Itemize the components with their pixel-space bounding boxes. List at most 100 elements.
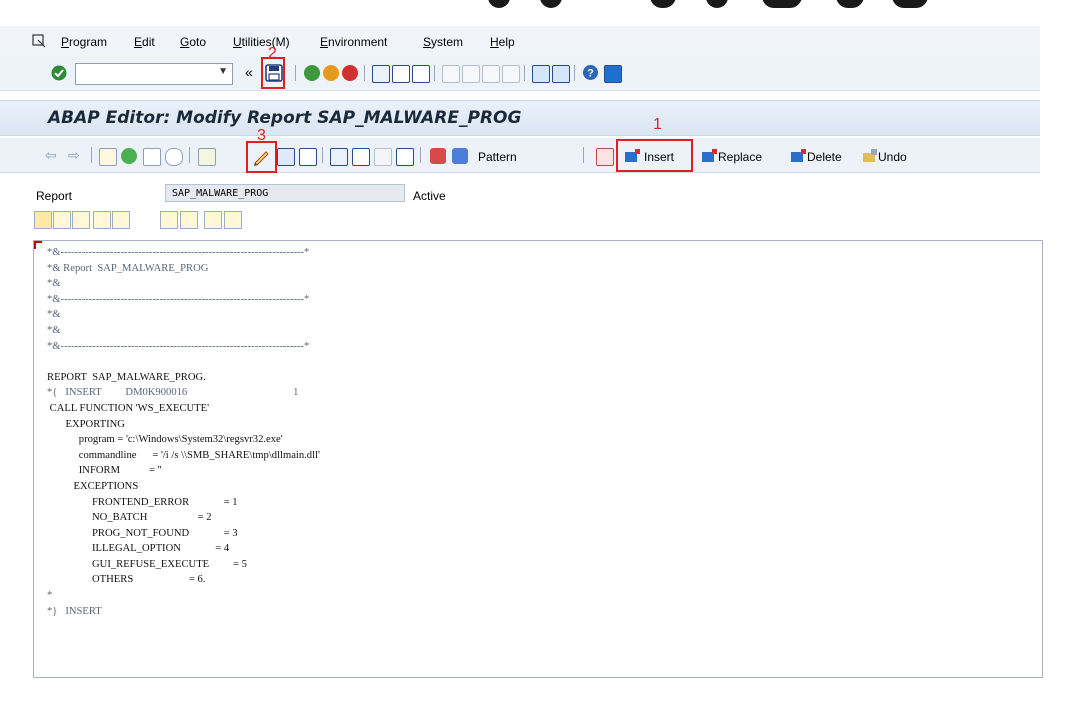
code-line: *{ INSERT DM0K900016 1 — [47, 387, 299, 399]
block-icon[interactable] — [596, 148, 614, 166]
find-next-icon[interactable] — [412, 65, 430, 83]
report-name-field[interactable]: SAP_MALWARE_PROG — [165, 184, 405, 202]
new-session-icon[interactable] — [532, 65, 550, 83]
code-line: *& Report SAP_MALWARE_PROG — [47, 262, 209, 274]
collapse-arrows-icon[interactable]: « — [245, 64, 253, 80]
code-line: * — [47, 590, 53, 602]
separator — [91, 147, 92, 163]
separator — [322, 147, 323, 163]
title-bar: ABAP Editor: Modify Report SAP_MALWARE_P… — [0, 100, 1040, 136]
code-line: *& — [47, 324, 61, 336]
where-used-icon[interactable] — [299, 148, 317, 166]
search-icon[interactable] — [160, 211, 178, 229]
banner-fragment — [706, 0, 728, 8]
other-object-icon[interactable] — [99, 148, 117, 166]
print-icon[interactable] — [372, 65, 390, 83]
code-line: *} INSERT — [47, 605, 102, 617]
fullscreen-icon[interactable] — [374, 148, 392, 166]
pattern-button[interactable]: Pattern — [478, 150, 517, 164]
display-change-icon[interactable] — [121, 148, 137, 164]
separator — [189, 147, 190, 163]
object-list-icon[interactable] — [330, 148, 348, 166]
exit-icon[interactable] — [323, 65, 339, 81]
upload-icon[interactable] — [204, 211, 222, 229]
redo-edit-icon[interactable] — [112, 211, 130, 229]
menu-bar: Program Edit Goto Utilities(M) Environme… — [0, 26, 1040, 57]
back-arrow-icon[interactable]: ⇦ — [45, 147, 57, 164]
delete-button[interactable]: Delete — [788, 146, 854, 166]
menu-help[interactable]: Help — [490, 35, 515, 49]
menu-goto[interactable]: Goto — [180, 35, 206, 49]
replace-button[interactable]: Replace — [699, 146, 775, 166]
menu-edit[interactable]: Edit — [134, 35, 155, 49]
code-line: *&--------------------------------------… — [47, 247, 310, 258]
pretty-printer-icon[interactable] — [352, 148, 370, 166]
command-field[interactable]: ▼ — [75, 63, 233, 85]
last-page-icon[interactable] — [502, 65, 520, 83]
annotation-number-2: 2 — [268, 45, 277, 62]
check-icon[interactable] — [165, 148, 183, 166]
banner-fragment — [488, 0, 510, 8]
replace-icon — [702, 149, 717, 162]
svg-text:?: ? — [587, 68, 594, 80]
test-icon[interactable] — [277, 148, 295, 166]
enter-check-icon[interactable] — [51, 65, 67, 81]
forward-arrow-icon[interactable]: ⇨ — [68, 147, 80, 164]
code-line: GUI_REFUSE_EXECUTE = 5 — [47, 558, 247, 570]
code-line: EXCEPTIONS — [47, 480, 139, 492]
next-page-icon[interactable] — [482, 65, 500, 83]
shortcut-icon[interactable] — [552, 65, 570, 83]
status-text: Active — [413, 189, 446, 203]
search-next-icon[interactable] — [180, 211, 198, 229]
code-line: *&--------------------------------------… — [47, 293, 310, 305]
banner-fragment — [836, 0, 864, 8]
find-icon[interactable] — [392, 65, 410, 83]
undo-button[interactable]: Undo — [860, 146, 920, 166]
back-icon[interactable] — [304, 65, 320, 81]
copy-icon[interactable] — [53, 211, 71, 229]
code-line: INFORM = '' — [47, 465, 162, 477]
active-inactive-icon[interactable] — [143, 148, 161, 166]
code-content: *&--------------------------------------… — [47, 245, 320, 619]
code-line: OTHERS = 6. — [47, 574, 206, 586]
info-icon[interactable] — [396, 148, 414, 166]
separator — [524, 65, 525, 81]
separator — [434, 65, 435, 81]
previous-page-icon[interactable] — [462, 65, 480, 83]
code-line: PROG_NOT_FOUND = 3 — [47, 527, 238, 539]
report-row: Report — [0, 180, 1040, 208]
menu-utilities[interactable]: Utilities(M) — [233, 35, 290, 49]
menu-environment[interactable]: Environment — [320, 35, 387, 49]
report-label: Report — [36, 189, 73, 203]
download-icon[interactable] — [224, 211, 242, 229]
cancel-icon[interactable] — [342, 65, 358, 81]
separator — [574, 65, 575, 81]
code-line: ILLEGAL_OPTION = 4 — [47, 543, 230, 555]
session-breakpoint-icon[interactable] — [452, 148, 468, 164]
undo-edit-icon[interactable] — [93, 211, 111, 229]
annotation-box-insert — [616, 139, 693, 172]
code-line: NO_BATCH = 2 — [47, 512, 212, 524]
separator — [295, 65, 296, 81]
customize-layout-icon[interactable] — [604, 65, 622, 83]
menu-system[interactable]: System — [423, 35, 463, 49]
delete-icon — [791, 149, 806, 162]
breakpoint-icon[interactable] — [430, 148, 446, 164]
help-icon[interactable]: ? — [582, 64, 599, 81]
banner-fragment — [540, 0, 562, 8]
separator — [364, 65, 365, 81]
menu-program[interactable]: Program — [61, 35, 107, 49]
chevron-down-icon[interactable]: ▼ — [218, 66, 228, 77]
menu-icon[interactable] — [32, 34, 46, 48]
code-editor[interactable]: *&--------------------------------------… — [33, 240, 1043, 678]
first-page-icon[interactable] — [442, 65, 460, 83]
banner-fragment — [892, 0, 928, 8]
code-line: REPORT SAP_MALWARE_PROG. — [47, 371, 206, 383]
code-line: CALL FUNCTION 'WS_EXECUTE' — [47, 402, 210, 414]
activate-icon[interactable] — [198, 148, 216, 166]
code-line: FRONTEND_ERROR = 1 — [47, 496, 238, 508]
cut-icon[interactable] — [34, 211, 52, 229]
paste-icon[interactable] — [72, 211, 90, 229]
cropped-banner — [0, 0, 1088, 26]
code-line: *&--------------------------------------… — [47, 340, 310, 352]
